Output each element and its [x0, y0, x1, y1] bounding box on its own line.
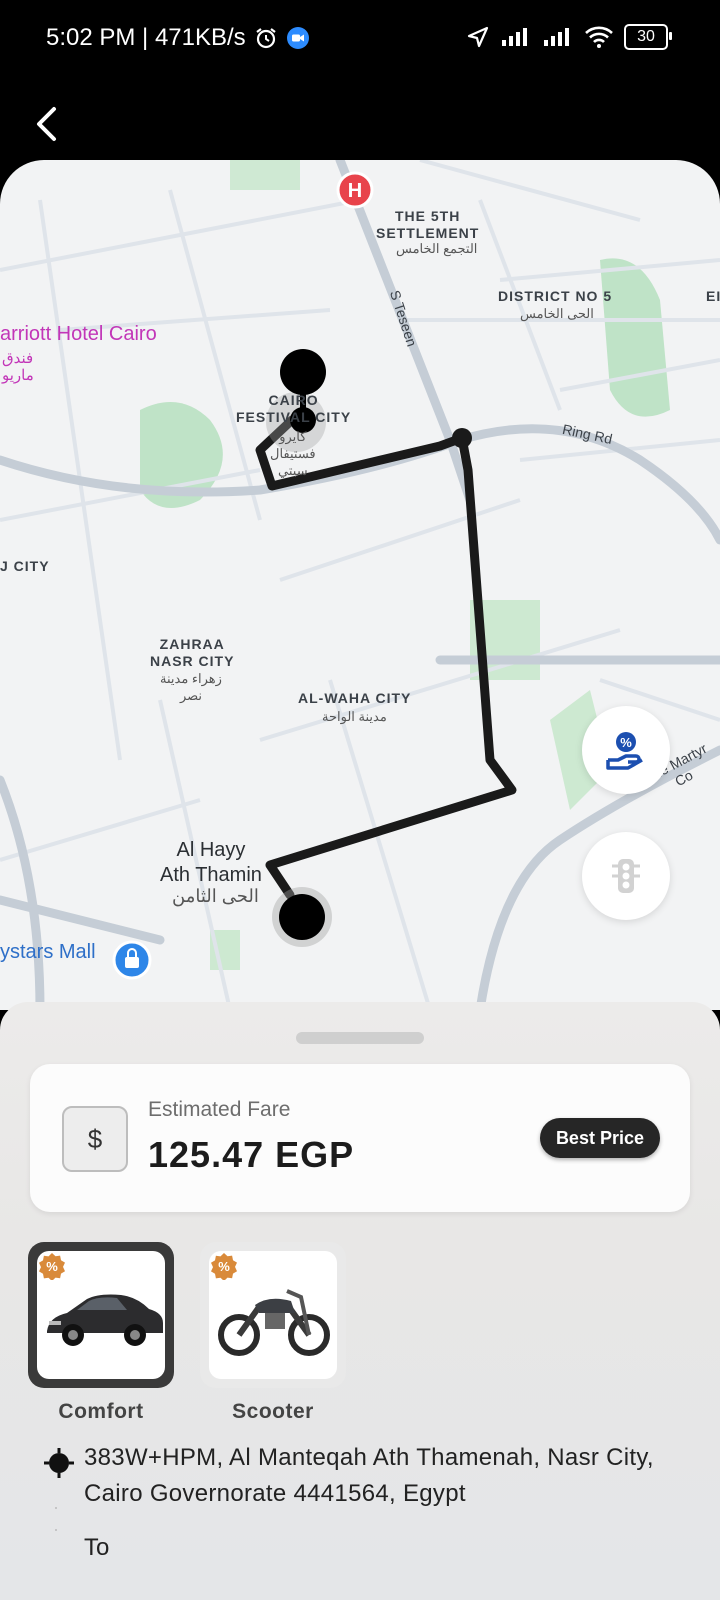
- hospital-pin: H: [336, 171, 374, 209]
- route-dots: [55, 1507, 57, 1531]
- map-label-district-5-ar: الحى الخامس: [520, 306, 594, 321]
- map-label-citystars: ystars Mall: [0, 941, 96, 963]
- map-label-marriott-ar: فندق ماريو: [2, 350, 34, 384]
- pickup-address[interactable]: 383W+HPM, Al Manteqah Ath Thamenah, Nasr…: [84, 1440, 684, 1512]
- map-label-5th-settlement-ar: التجمع الخامس: [396, 241, 478, 256]
- map-label-el: EI: [706, 288, 720, 304]
- vehicle-label-scooter: Scooter: [232, 1400, 314, 1423]
- svg-text:%: %: [218, 1259, 230, 1274]
- status-left: 5:02 PM | 471KB/s: [46, 24, 310, 52]
- status-bar: 5:02 PM | 471KB/s 30: [0, 0, 720, 80]
- map-label-al-hayy-ar: الحى الثامن: [172, 886, 259, 906]
- promo-badge-icon: %: [39, 1253, 65, 1280]
- battery-icon: 30: [624, 24, 672, 50]
- promo-badge-icon: %: [211, 1253, 237, 1280]
- svg-text:H: H: [348, 180, 362, 202]
- sheet-drag-handle[interactable]: [296, 1032, 424, 1044]
- svg-text:%: %: [46, 1259, 58, 1274]
- alarm-icon: [254, 26, 278, 50]
- status-time-speed: 5:02 PM | 471KB/s: [46, 24, 246, 51]
- vehicle-label-comfort: Comfort: [58, 1400, 144, 1423]
- destination-field[interactable]: To: [84, 1534, 109, 1562]
- status-right: 30: [466, 24, 672, 50]
- map-label-festival-city: CAIRO FESTIVAL CITY: [236, 392, 352, 425]
- best-price-badge: Best Price: [539, 1118, 660, 1158]
- svg-text:%: %: [620, 735, 632, 750]
- pickup-crosshair-icon: [44, 1448, 74, 1478]
- map-label-zahraa-ar: زهراء مدينة نصر: [160, 671, 222, 703]
- traffic-light-icon: [612, 859, 640, 893]
- fare-label: Estimated Fare: [148, 1098, 291, 1121]
- chevron-left-icon: [37, 107, 56, 141]
- traffic-toggle-button[interactable]: [582, 832, 670, 920]
- discount-button[interactable]: %: [582, 706, 670, 794]
- fare-card: $ Estimated Fare 125.47 EGP Best Price: [30, 1064, 690, 1212]
- signal-icon: [500, 26, 532, 48]
- map-label-zahraa: ZAHRAA NASR CITY: [150, 636, 235, 669]
- map-label-al-waha: AL-WAHA CITY: [298, 690, 412, 706]
- map-label-marriott: arriott Hotel Cairo: [0, 323, 157, 345]
- wifi-icon: [584, 25, 614, 49]
- map-label-al-hayy: Al Hayy Ath Thamin: [160, 839, 262, 886]
- trip-bottom-sheet: $ Estimated Fare 125.47 EGP Best Price %…: [0, 1002, 720, 1600]
- fare-value: 125.47 EGP: [148, 1134, 355, 1175]
- signal-icon: [542, 26, 574, 48]
- vehicle-option-scooter[interactable]: %: [200, 1242, 346, 1388]
- location-arrow-icon: [466, 25, 490, 49]
- map-label-5th-settlement: THE 5TH SETTLEMENT: [376, 208, 480, 241]
- map-label-district-5: DISTRICT NO 5: [498, 288, 613, 304]
- discount-hand-icon: %: [606, 732, 643, 770]
- back-button[interactable]: [28, 104, 68, 144]
- vehicle-option-comfort[interactable]: %: [28, 1242, 174, 1388]
- currency-icon: $: [62, 1106, 128, 1172]
- video-call-icon: [286, 26, 310, 50]
- map-label-city-partial: J CITY: [0, 558, 50, 574]
- map-label-festival-city-ar: كايرو فستيفال سيتي: [270, 429, 316, 478]
- map-label-al-waha-ar: مدينة الواحة: [322, 709, 387, 724]
- route-map[interactable]: H THE 5TH SETTLEMENT التجمع الخامس DISTR…: [0, 160, 720, 1010]
